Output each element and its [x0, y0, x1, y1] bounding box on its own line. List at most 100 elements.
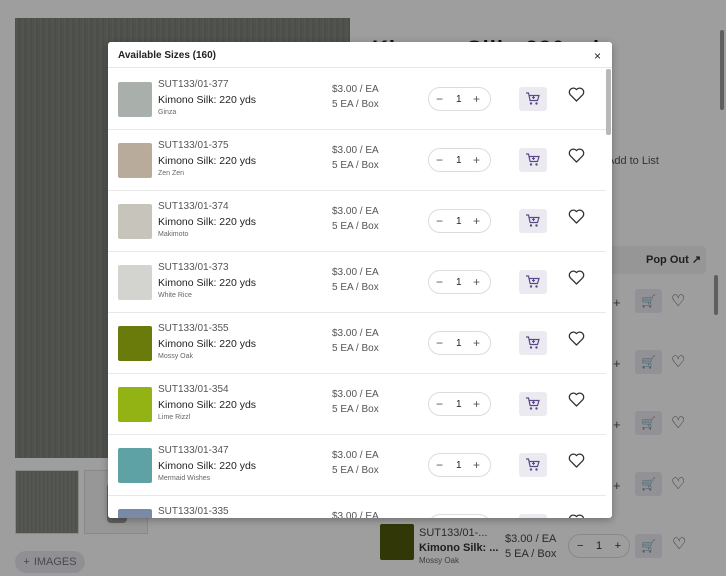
quantity-value[interactable]: 1	[456, 338, 462, 349]
minus-icon[interactable]: −	[436, 92, 443, 106]
quantity-value[interactable]: 1	[456, 460, 462, 471]
unit-price: $3.00 / EA	[332, 389, 379, 400]
product-sku: SUT133/01-377	[158, 79, 229, 90]
product-sku: SUT133/01-354	[158, 384, 229, 395]
unit-price: $3.00 / EA	[332, 206, 379, 217]
heart-icon[interactable]	[568, 209, 585, 229]
list-item: SUT133/01-373 Kimono Silk: 220 yds White R…	[108, 252, 606, 313]
pack-size: 5 EA / Box	[332, 343, 379, 354]
color-swatch	[118, 448, 152, 483]
plus-icon[interactable]: +	[473, 214, 480, 228]
pack-size: 5 EA / Box	[332, 465, 379, 476]
product-name: Kimono Silk: 220 yds	[158, 216, 257, 228]
add-to-cart-button[interactable]	[519, 209, 547, 233]
quantity-value[interactable]: 1	[456, 94, 462, 105]
color-name: White Rice	[158, 292, 192, 299]
product-name: Kimono Silk: 220 yds	[158, 277, 257, 289]
product-name: Kimono Silk: 220 yds	[158, 460, 257, 472]
pack-size: 5 EA / Box	[332, 160, 379, 171]
color-swatch	[118, 143, 152, 178]
pack-size: 5 EA / Box	[332, 99, 379, 110]
modal-title: Available Sizes (160)	[118, 50, 217, 61]
color-swatch	[118, 326, 152, 361]
quantity-value[interactable]: 1	[456, 216, 462, 227]
color-name: Makimoto	[158, 231, 189, 238]
pack-size: 5 EA / Box	[332, 221, 379, 232]
unit-price: $3.00 / EA	[332, 511, 379, 518]
color-swatch	[118, 82, 152, 117]
color-name: Lime Rizzl	[158, 414, 191, 421]
modal-scrollbar[interactable]	[606, 69, 611, 135]
plus-icon[interactable]: +	[473, 92, 480, 106]
add-to-cart-button[interactable]	[519, 270, 547, 294]
quantity-stepper[interactable]: − 1 +	[428, 209, 491, 233]
quantity-stepper[interactable]: −1+	[428, 514, 491, 518]
heart-icon[interactable]	[568, 270, 585, 290]
heart-icon[interactable]	[568, 148, 585, 168]
color-name: Ginza	[158, 109, 177, 116]
list-item: SUT133/01-374 Kimono Silk: 220 yds Makimot…	[108, 191, 606, 252]
color-name: Zen Zen	[158, 170, 185, 177]
add-to-cart-button[interactable]	[519, 514, 547, 518]
list-item: SUT133/01-355 Kimono Silk: 220 yds Mossy O…	[108, 313, 606, 374]
minus-icon[interactable]: −	[436, 397, 443, 411]
list-item: SUT133/01-377 Kimono Silk: 220 yds Ginza $3…	[108, 69, 606, 130]
close-icon[interactable]: ×	[594, 49, 601, 63]
product-name: Kimono Silk: 220 yds	[158, 155, 257, 167]
plus-icon[interactable]: +	[473, 458, 480, 472]
heart-icon[interactable]	[568, 453, 585, 473]
minus-icon[interactable]: −	[436, 153, 443, 167]
unit-price: $3.00 / EA	[332, 145, 379, 156]
quantity-stepper[interactable]: − 1 +	[428, 453, 491, 477]
minus-icon[interactable]: −	[436, 275, 443, 289]
unit-price: $3.00 / EA	[332, 267, 379, 278]
sizes-list[interactable]: SUT133/01-377 Kimono Silk: 220 yds Ginza $3…	[108, 69, 606, 518]
plus-icon[interactable]: +	[473, 275, 480, 289]
quantity-value[interactable]: 1	[456, 399, 462, 410]
list-item: SUT133/01-335Kimono Silk: 220 yds$3.00 /…	[108, 496, 606, 518]
available-sizes-modal: Available Sizes (160) × SUT133/01-377 Kim…	[108, 42, 612, 518]
heart-icon[interactable]	[568, 87, 585, 107]
pack-size: 5 EA / Box	[332, 282, 379, 293]
quantity-stepper[interactable]: − 1 +	[428, 392, 491, 416]
unit-price: $3.00 / EA	[332, 328, 379, 339]
product-name: Kimono Silk: 220 yds	[158, 94, 257, 106]
color-swatch	[118, 265, 152, 300]
add-to-cart-button[interactable]	[519, 453, 547, 477]
quantity-stepper[interactable]: − 1 +	[428, 87, 491, 111]
product-sku: SUT133/01-355	[158, 323, 229, 334]
add-to-cart-button[interactable]	[519, 392, 547, 416]
add-to-cart-button[interactable]	[519, 148, 547, 172]
unit-price: $3.00 / EA	[332, 84, 379, 95]
color-swatch	[118, 204, 152, 239]
product-sku: SUT133/01-375	[158, 140, 229, 151]
product-sku: SUT133/01-373	[158, 262, 229, 273]
minus-icon[interactable]: −	[436, 214, 443, 228]
plus-icon[interactable]: +	[473, 397, 480, 411]
product-name: Kimono Silk: 220 yds	[158, 338, 257, 350]
heart-icon[interactable]	[568, 514, 585, 518]
pack-size: 5 EA / Box	[332, 404, 379, 415]
product-sku: SUT133/01-347	[158, 445, 229, 456]
quantity-value[interactable]: 1	[456, 155, 462, 166]
product-sku: SUT133/01-374	[158, 201, 229, 212]
color-swatch	[118, 387, 152, 422]
add-to-cart-button[interactable]	[519, 331, 547, 355]
quantity-stepper[interactable]: − 1 +	[428, 148, 491, 172]
color-name: Mossy Oak	[158, 353, 194, 360]
product-name: Kimono Silk: 220 yds	[158, 399, 257, 411]
modal-header: Available Sizes (160) ×	[108, 42, 612, 68]
quantity-value[interactable]: 1	[456, 277, 462, 288]
plus-icon[interactable]: +	[473, 336, 480, 350]
color-name: Mermaid Wishes	[158, 475, 211, 482]
minus-icon[interactable]: −	[436, 336, 443, 350]
quantity-stepper[interactable]: − 1 +	[428, 331, 491, 355]
quantity-stepper[interactable]: − 1 +	[428, 270, 491, 294]
plus-icon[interactable]: +	[473, 153, 480, 167]
product-sku: SUT133/01-335	[158, 506, 229, 517]
unit-price: $3.00 / EA	[332, 450, 379, 461]
minus-icon[interactable]: −	[436, 458, 443, 472]
heart-icon[interactable]	[568, 331, 585, 351]
heart-icon[interactable]	[568, 392, 585, 412]
add-to-cart-button[interactable]	[519, 87, 547, 111]
